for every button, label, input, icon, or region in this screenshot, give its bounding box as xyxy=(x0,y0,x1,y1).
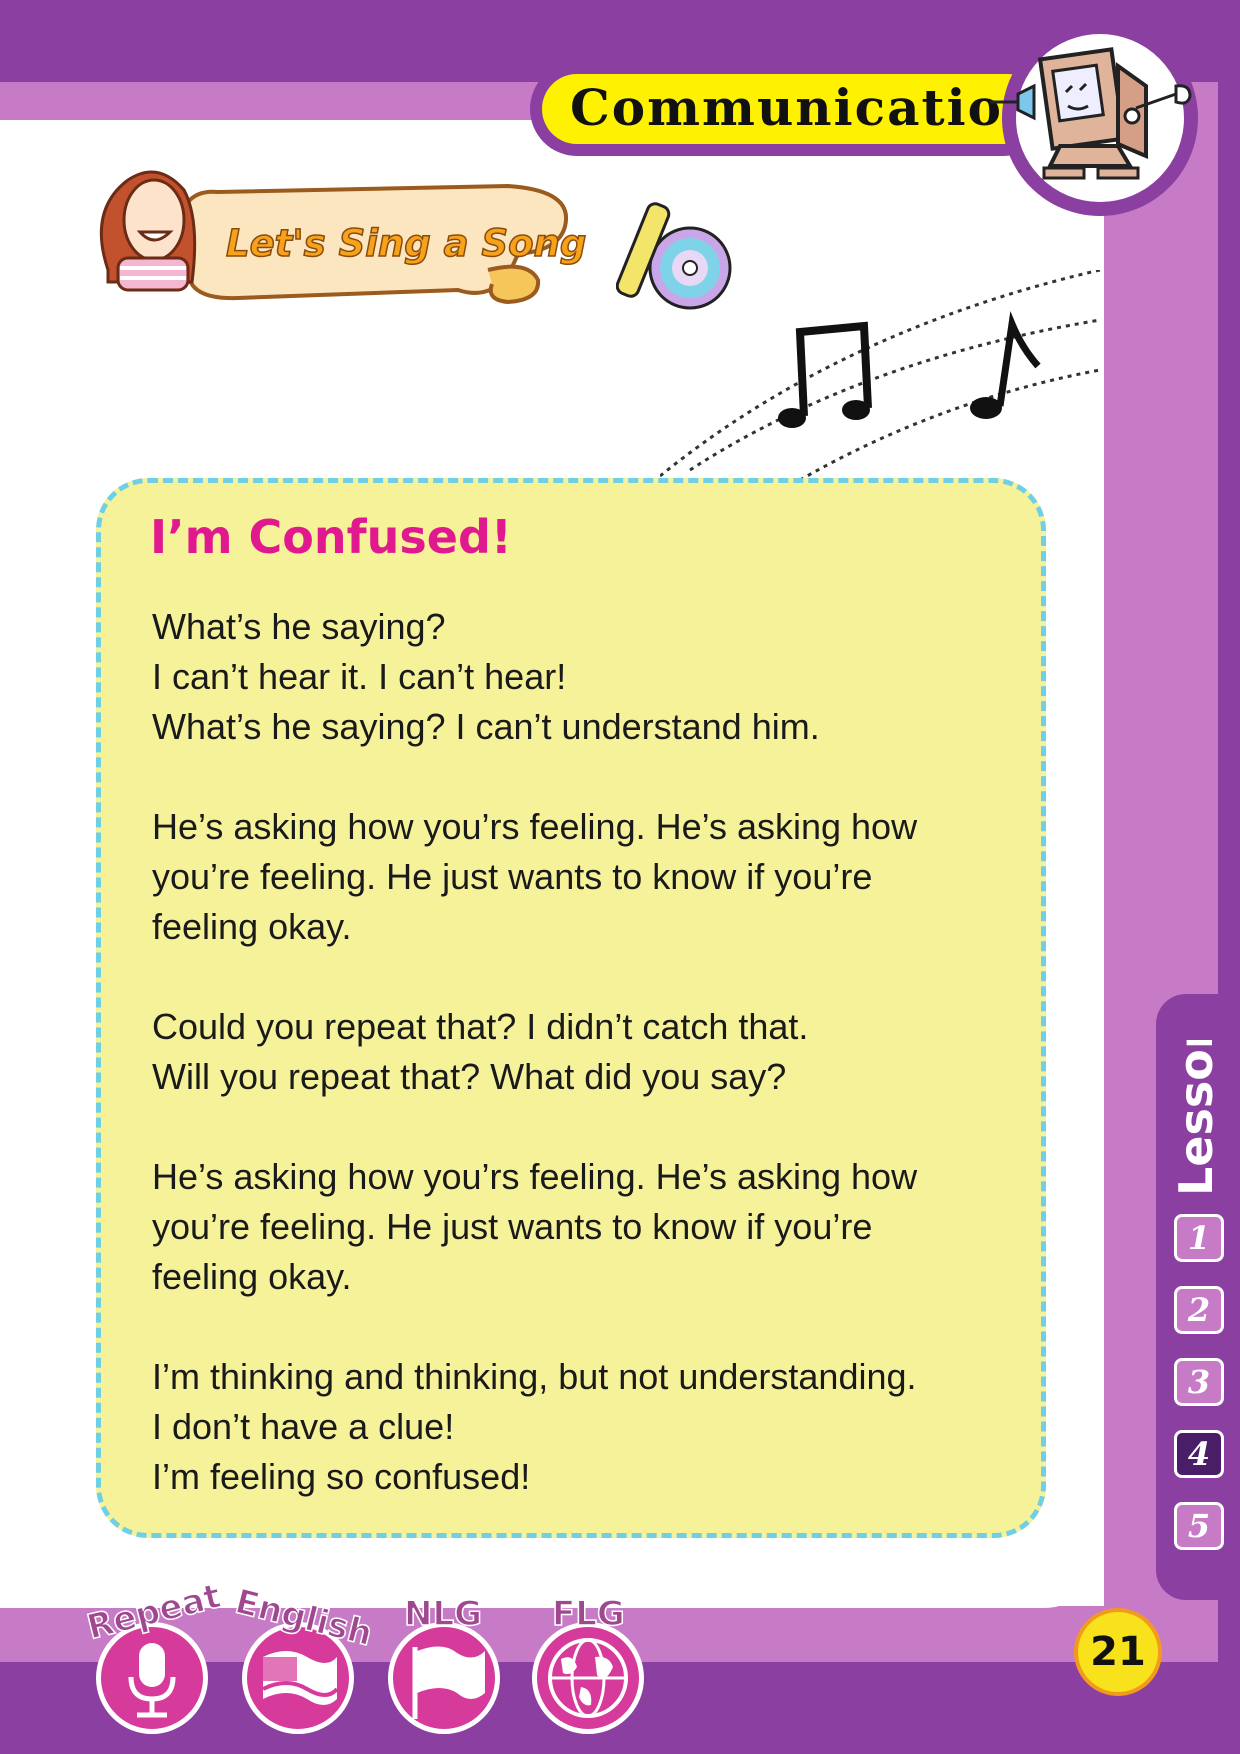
flg-badge[interactable] xyxy=(532,1622,644,1734)
lyric-line: He’s asking how you’rs feeling. He’s ask… xyxy=(152,806,918,847)
lyric-line: What’s he saying? I can’t understand him… xyxy=(152,706,820,747)
lesson-label: Lesson xyxy=(1169,1040,1223,1196)
lyric-line: Could you repeat that? I didn’t catch th… xyxy=(152,1006,809,1047)
computer-mascot-icon xyxy=(990,47,1192,180)
stanza-3: Could you repeat that? I didn’t catch th… xyxy=(152,1002,1012,1102)
flag-icon xyxy=(412,1646,485,1719)
lyric-line: feeling okay. xyxy=(152,906,352,947)
lyric-line: I’m thinking and thinking, but not under… xyxy=(152,1356,917,1397)
lyric-line: you’re feeling. He just wants to know if… xyxy=(152,856,873,897)
song-title: I’m Confused! xyxy=(150,510,512,564)
lesson-2-button[interactable]: 2 xyxy=(1174,1286,1224,1334)
lesson-3-button[interactable]: 3 xyxy=(1174,1358,1224,1406)
lyric-line: He’s asking how you’rs feeling. He’s ask… xyxy=(152,1156,918,1197)
lyric-line: feeling okay. xyxy=(152,1256,352,1297)
stanza-1: What’s he saying? I can’t hear it. I can… xyxy=(152,602,1012,752)
lesson-5-button[interactable]: 5 xyxy=(1174,1502,1224,1550)
nlg-label: NLG xyxy=(403,1593,483,1635)
lesson-4-button[interactable]: 4 xyxy=(1174,1430,1224,1478)
lesson-label-text: Lesson xyxy=(1169,1040,1223,1196)
stanza-5: I’m thinking and thinking, but not under… xyxy=(152,1352,1012,1502)
music-notes-icon xyxy=(660,270,1101,480)
microphone-icon xyxy=(128,1643,176,1718)
lyric-line: Will you repeat that? What did you say? xyxy=(152,1056,787,1097)
stanza-4: He’s asking how you’rs feeling. He’s ask… xyxy=(152,1152,1012,1302)
section-title: Communication xyxy=(570,78,1042,137)
lyric-line: What’s he saying? xyxy=(152,606,446,647)
stanza-2: He’s asking how you’rs feeling. He’s ask… xyxy=(152,802,1012,952)
lyric-line: I’m feeling so confused! xyxy=(152,1456,531,1497)
nlg-badge[interactable] xyxy=(388,1622,500,1734)
lesson-1-button[interactable]: 1 xyxy=(1174,1214,1224,1262)
globe-icon xyxy=(548,1638,628,1718)
lyric-line: I don’t have a clue! xyxy=(152,1406,455,1447)
lyric-line: you’re feeling. He just wants to know if… xyxy=(152,1206,873,1247)
lyric-line: I can’t hear it. I can’t hear! xyxy=(152,656,567,697)
activity-banner-label: Let's Sing a Song xyxy=(225,221,587,266)
page-number: 21 xyxy=(1074,1608,1162,1696)
flg-label: FLG xyxy=(551,1593,625,1635)
